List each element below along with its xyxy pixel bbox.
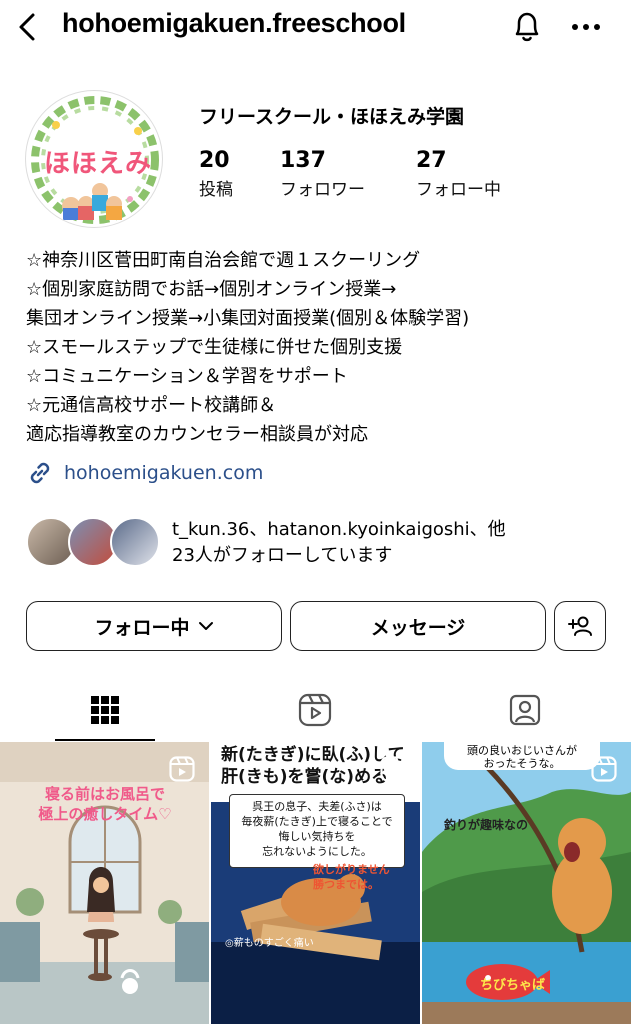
post-footnote-text: ◎薪ものすごく痛い <box>225 938 314 949</box>
post-title-line: 肝(きも)を嘗(な)める <box>221 767 389 787</box>
active-tab-indicator <box>55 739 155 741</box>
mutual-followers-line: t_kun.36、hatanon.kyoinkaigoshi、他 <box>172 519 506 540</box>
following-button-label: フォロー中 <box>94 616 190 639</box>
bio-line: 集団オンライン授業→小集団対面授業(個別＆体験学習) <box>26 308 470 329</box>
post-caption-overlay: 寝る前はお風呂で 極上の癒しタイム♡ <box>24 784 186 824</box>
followers-count-label: フォロワー <box>280 180 365 200</box>
message-button[interactable]: メッセージ <box>290 601 546 651</box>
reels-badge-icon <box>380 756 406 782</box>
tab-reels[interactable] <box>265 680 365 740</box>
link-icon <box>30 462 50 484</box>
post-highlight-text: 欲しがりません 勝つまでは。 <box>313 863 390 891</box>
post-thumbnail[interactable]: 寝る前はお風呂で 極上の癒しタイム♡ <box>0 742 209 1024</box>
tagged-person-icon <box>509 694 541 726</box>
chevron-left-icon <box>19 13 35 41</box>
more-horizontal-icon <box>572 24 600 30</box>
posts-count[interactable]: 20 投稿 <box>199 148 233 200</box>
reels-badge-icon <box>169 756 195 782</box>
post-caption-box: 呉王の息子、夫差(ふさ)は 毎夜薪(たきぎ)上で寝ることで 悔しい気持ちを 忘れ… <box>229 794 405 868</box>
followers-count-number: 137 <box>280 148 326 173</box>
bio-line: ☆スモールステップで生徒様に併せた個別支援 <box>26 337 403 358</box>
mutual-followers-avatars[interactable] <box>26 517 166 569</box>
post-caption-text: 釣りが趣味なの <box>444 818 529 832</box>
bio-line: 適応指導教室のカウンセラー相談員が対応 <box>26 424 368 445</box>
back-button[interactable] <box>10 10 44 44</box>
post-thumbnail[interactable]: 新(たきぎ)に臥(ふ)して 肝(きも)を嘗(な)める 呉王の息子、夫差(ふさ)は… <box>211 742 420 1024</box>
add-user-icon <box>568 616 592 636</box>
profile-header: hohoemigakuen.freeschool <box>0 0 631 56</box>
mutual-followers-text[interactable]: t_kun.36、hatanon.kyoinkaigoshi、他 23人がフォロ… <box>172 517 622 569</box>
website-link-text[interactable]: hohoemigakuen.com <box>64 462 263 484</box>
following-button[interactable]: フォロー中 <box>26 601 282 651</box>
post-title-text: 新(たきぎ)に臥(ふ)して 肝(きも)を嘗(な)める <box>221 744 405 788</box>
message-button-label: メッセージ <box>370 616 466 639</box>
bio-line: ☆個別家庭訪問でお話→個別オンライン授業→ <box>26 279 397 300</box>
avatar-logo-text: ほほえみ <box>44 149 153 179</box>
tab-posts-grid[interactable] <box>55 680 155 740</box>
post-title-line: 新(たきぎ)に臥(ふ)して <box>221 745 405 765</box>
following-count-label: フォロー中 <box>416 180 501 200</box>
chevron-down-icon <box>198 622 213 630</box>
posts-count-label: 投稿 <box>199 180 233 200</box>
notifications-button[interactable] <box>508 8 546 46</box>
post-fish-label: ちびちゃば <box>480 978 546 993</box>
profile-avatar[interactable]: ほほえみ <box>25 90 163 228</box>
following-count[interactable]: 27 フォロー中 <box>416 148 501 200</box>
profile-username: hohoemigakuen.freeschool <box>62 8 406 38</box>
followers-count[interactable]: 137 フォロワー <box>280 148 365 200</box>
following-count-number: 27 <box>416 148 447 173</box>
bio-line: ☆元通信高校サポート校講師＆ <box>26 395 277 416</box>
bell-icon <box>515 12 539 42</box>
post-caption-text: 寝る前はお風呂で 極上の癒しタイム♡ <box>38 785 172 823</box>
reels-badge-icon <box>591 756 617 782</box>
post-thumbnail[interactable]: 頭の良いおじいさんが おったそうな。 釣りが趣味なの ちびちゃば <box>422 742 631 1024</box>
more-options-button[interactable] <box>566 10 606 44</box>
posts-grid: 寝る前はお風呂で 極上の癒しタイム♡ 新(たきぎ)に臥(ふ)して 肝(きも)を嘗… <box>0 742 631 1024</box>
bio-line: ☆神奈川区菅田町南自治会館で週１スクーリング <box>26 250 421 271</box>
profile-bio: ☆神奈川区菅田町南自治会館で週１スクーリング ☆個別家庭訪問でお話→個別オンライ… <box>26 246 616 449</box>
mutual-followers-line: 23人がフォローしています <box>172 545 393 566</box>
bio-line: ☆コミュニケーション＆学習をサポート <box>26 366 348 387</box>
post-speech-bubble: 頭の良いおじいさんが おったそうな。 <box>444 742 600 770</box>
avatar <box>110 517 160 567</box>
grid-icon <box>91 696 119 724</box>
tab-tagged[interactable] <box>475 680 575 740</box>
reels-icon <box>298 693 332 727</box>
suggested-users-button[interactable] <box>554 601 606 651</box>
profile-display-name: フリースクール・ほほえみ学園 <box>199 106 465 128</box>
posts-count-number: 20 <box>199 148 230 173</box>
profile-website-link[interactable]: hohoemigakuen.com <box>26 458 263 488</box>
